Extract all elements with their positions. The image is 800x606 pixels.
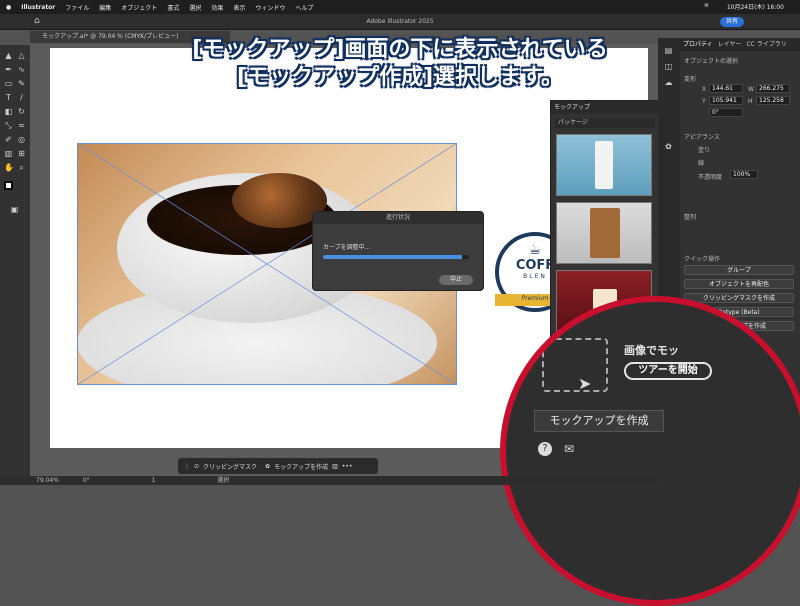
rotate-tool-icon[interactable]: ↻ [17,107,26,116]
graph-tool-icon[interactable]: ▥ [4,149,13,158]
appearance-label: アピアランス [684,134,720,141]
wifi-icon[interactable]: ≋ [704,2,709,11]
pouch-image [590,208,620,258]
stroke-label: 線 [698,160,705,167]
artboard-number[interactable]: 1 [152,477,156,484]
curvature-tool-icon[interactable]: ∿ [17,65,26,74]
pen-tool-icon[interactable]: ✒ [4,65,13,74]
progress-message: カーブを調整中... [323,244,371,251]
zoom-create-mockup-button[interactable]: モックアップを作成 [534,410,664,432]
category-select[interactable]: パッケージ [555,118,655,128]
feedback-icon[interactable]: ✉ [564,442,574,456]
instruction-caption: [モックアップ]画面の下に表示されている [モックアップ作成]選択します。 [120,36,680,92]
zoom-callout: ➤ 画像でモッ ツアーを開始 モックアップを作成 ? ✉ [500,296,800,606]
group-button[interactable]: グループ [684,265,794,275]
start-tour-button[interactable]: ツアーを開始 [624,362,712,380]
stop-button[interactable]: 中止 [439,275,473,285]
direct-selection-icon[interactable]: △ [17,51,26,60]
app-header: ⌂ Adobe Illustrator 2025 共有 [0,14,800,30]
line-tool-icon[interactable]: / [17,93,26,102]
menu-bar: ● Illustrator ファイル 編集 オブジェクト 書式 選択 効果 表示… [0,0,800,14]
fill-label: 塗り [698,147,711,154]
menu-object[interactable]: オブジェクト [121,3,157,12]
help-icon[interactable]: ? [538,442,552,456]
mockup-image-icon [542,338,608,392]
menu-type[interactable]: 書式 [167,3,179,12]
clipping-mask-button[interactable]: クリッピングマスクを作成 [684,293,794,303]
mockup-panel-icon[interactable]: ✿ [664,142,673,151]
mockup-thumb-pouch[interactable] [556,202,652,264]
h-field[interactable]: 125.258 [756,96,790,105]
angle-field[interactable]: 0° [709,108,743,117]
screen-mode-icon[interactable]: ▣ [10,205,19,214]
create-mockup-ctx-button[interactable]: モックアップを作成 [274,462,328,471]
tab-libraries[interactable]: CC ライブラリ [746,38,786,51]
share-button[interactable]: 共有 [720,17,744,27]
tab-properties[interactable]: プロパティ [683,38,713,51]
blend-tool-icon[interactable]: ◎ [17,135,26,144]
eyedropper-icon[interactable]: ✐ [4,135,13,144]
menu-edit[interactable]: 編集 [99,3,111,12]
fill-stroke-icon[interactable] [4,181,13,190]
mockup-panel-title: モックアップ [551,101,661,114]
x-field[interactable]: 144.61 [709,84,743,93]
panel-tabs: プロパティ レイヤー CC ライブラリ [680,38,800,51]
more-icon[interactable]: ••• [342,463,353,470]
type-tool-icon[interactable]: T [4,93,13,102]
rotate-level[interactable]: 0° [83,477,90,484]
align-label: 整列 [684,214,697,221]
eraser-tool-icon[interactable]: ◧ [4,107,13,116]
clip-icon: ⊙ [194,462,200,470]
menu-select[interactable]: 選択 [189,3,201,12]
hand-tool-icon[interactable]: ✋ [4,163,14,172]
menu-app[interactable]: Illustrator [21,4,55,11]
menu-help[interactable]: ヘルプ [295,3,313,12]
w-field[interactable]: 266.275 [756,84,790,93]
caption-line-2: [モックアップ作成]選択します。 [237,65,563,90]
warp-tool-icon[interactable]: ≈ [17,121,26,130]
mockup-thumb-tube[interactable] [556,134,652,196]
rectangle-tool-icon[interactable]: ▭ [4,79,13,88]
tab-layers[interactable]: レイヤー [718,38,742,51]
cursor-icon: ➤ [578,374,592,393]
align-icon[interactable]: ▥ [332,463,338,470]
selection-tool-icon[interactable]: ▲ [4,51,13,60]
progress-bar [323,255,469,259]
selection-label: オブジェクトの選択 [684,58,739,65]
menu-view[interactable]: 表示 [233,3,245,12]
transform-label: 変形 [684,76,697,83]
brush-tool-icon[interactable]: ✎ [17,79,26,88]
progress-dialog: 進行状況 カーブを調整中... 中止 [312,211,484,291]
artboard-tool-icon[interactable]: ⊞ [17,149,26,158]
mode-label: 選択 [217,477,230,484]
drag-handle-icon[interactable]: ⋮ [184,463,190,470]
zoom-tool-icon[interactable]: ⌕ [17,163,26,172]
quick-actions-label: クイック操作 [684,256,721,263]
caption-line-1: [モックアップ]画面の下に表示されている [192,37,608,62]
clipping-mask-ctx-button[interactable]: クリッピングマスク [203,462,257,471]
scale-tool-icon[interactable]: ⤡ [4,121,13,130]
tube-image [595,141,613,189]
zoom-level[interactable]: 79.04% [36,477,59,484]
recolor-button[interactable]: オブジェクトを再配色 [684,279,794,289]
clock[interactable]: 10月24日(木) 16:00 [727,2,784,11]
opacity-field[interactable]: 100% [730,170,758,179]
menu-file[interactable]: ファイル [65,3,89,12]
apple-icon[interactable]: ● [6,4,11,11]
opacity-label: 不透明度 [698,174,723,181]
app-title: Adobe Illustrator 2025 [366,18,434,25]
contextual-taskbar: ⋮ ⊙ クリッピングマスク ✿ モックアップを作成 ▥ ••• [178,458,378,474]
tools-panel: ▲ △ ✒ ∿ ▭ ✎ T / ◧ ↻ ⤡ ≈ ✐ ◎ ▥ ⊞ ✋ ⌕ ▣ [0,45,30,485]
progress-fill [323,255,462,259]
status-bar: 79.04% 0° 1 選択 [0,476,658,485]
mockup-ctx-icon: ✿ [265,462,271,470]
progress-title: 進行状況 [313,212,483,224]
zoom-image-text: 画像でモッ [624,344,679,357]
menu-effect[interactable]: 効果 [211,3,223,12]
y-field[interactable]: 105.941 [709,96,743,105]
menu-window[interactable]: ウィンドウ [255,3,285,12]
